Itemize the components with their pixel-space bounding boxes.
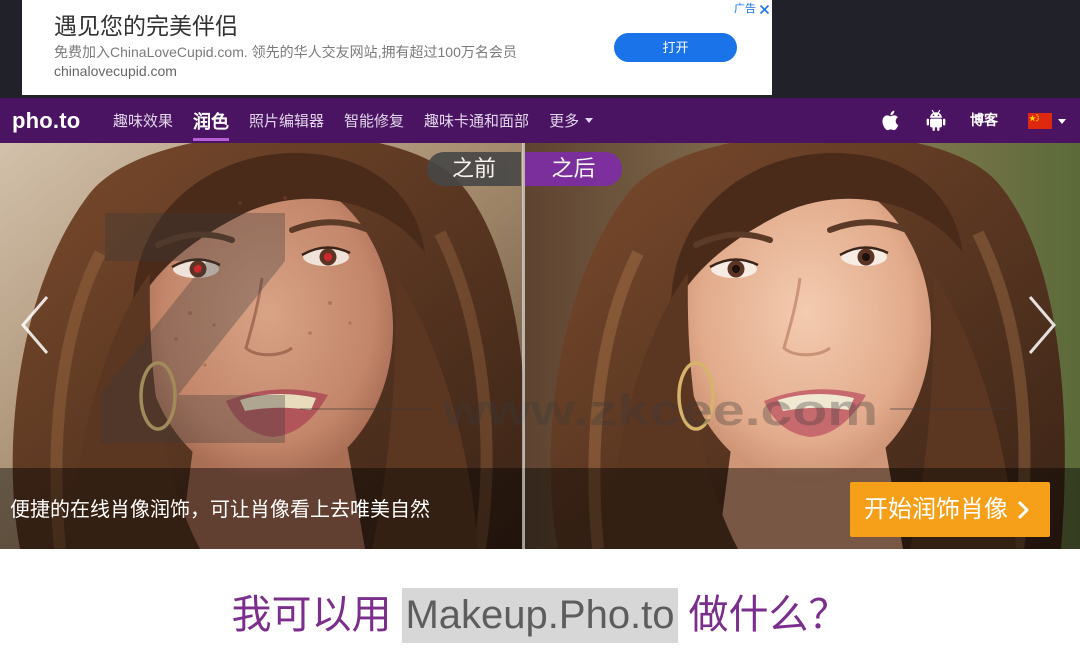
nav-item-smart-fix[interactable]: 智能修复	[344, 98, 404, 143]
hero-caption: 便捷的在线肖像润饰，可让肖像看上去唯美自然	[10, 499, 430, 521]
section-heading: 我可以用 Makeup.Pho.to 做什么？	[0, 588, 1080, 643]
china-flag-icon	[1028, 113, 1052, 129]
heading-suffix: 做什么？	[688, 593, 849, 637]
ad-open-button[interactable]: 打开	[614, 33, 737, 62]
ad-title[interactable]: 遇见您的完美伴侣	[54, 12, 238, 40]
nav-item-photo-editor[interactable]: 照片编辑器	[249, 98, 324, 143]
compare-divider-handle[interactable]	[522, 143, 525, 549]
nav-item-more[interactable]: 更多	[549, 98, 594, 143]
chevron-right-icon	[1017, 500, 1029, 519]
chevron-left-icon	[21, 296, 49, 354]
start-retouch-label: 开始润饰肖像	[864, 495, 1008, 523]
heading-prefix: 我可以用	[231, 593, 392, 637]
chevron-down-icon	[585, 118, 594, 123]
nav-blog-link[interactable]: 博客	[970, 98, 998, 143]
main-nav: pho.to 趣味效果 润色 照片编辑器 智能修复 趣味卡通和面部 更多 博客	[0, 98, 1080, 143]
logo[interactable]: pho.to	[12, 98, 80, 143]
chevron-down-icon	[1058, 118, 1066, 124]
heading-brand: Makeup.Pho.to	[402, 588, 678, 643]
nav-item-more-label: 更多	[549, 113, 580, 130]
close-icon[interactable]	[759, 4, 770, 15]
ad-banner[interactable]: 遇见您的完美伴侣 免费加入ChinaLoveCupid.com. 领先的华人交友…	[22, 0, 772, 95]
chevron-right-icon	[1028, 296, 1056, 354]
after-label: 之后	[525, 152, 622, 186]
nav-menu: 趣味效果 润色 照片编辑器 智能修复 趣味卡通和面部 更多	[113, 98, 594, 143]
nav-item-fun-effects[interactable]: 趣味效果	[113, 98, 173, 143]
watermark-url: www.zkcee.com	[441, 386, 878, 435]
before-label: 之前	[427, 152, 521, 186]
nav-item-cartoon-faces[interactable]: 趣味卡通和面部	[424, 98, 529, 143]
next-slide-button[interactable]	[1024, 293, 1060, 357]
nav-item-retouch[interactable]: 润色	[193, 98, 230, 143]
apple-icon[interactable]	[880, 108, 903, 133]
hero-comparison: www.zkcee.com 之前 之后 便捷的在线肖像润饰，可让肖像看上去唯美自…	[0, 143, 1080, 549]
ad-url[interactable]: chinalovecupid.com	[54, 63, 177, 80]
ad-choices[interactable]: 广告	[734, 3, 770, 16]
top-ad-bar: 遇见您的完美伴侣 免费加入ChinaLoveCupid.com. 领先的华人交友…	[0, 0, 1080, 98]
ad-description: 免费加入ChinaLoveCupid.com. 领先的华人交友网站,拥有超过10…	[54, 44, 517, 60]
android-icon[interactable]	[925, 108, 947, 133]
language-selector[interactable]	[1028, 113, 1066, 129]
start-retouch-button[interactable]: 开始润饰肖像	[850, 482, 1050, 537]
ad-badge: 广告	[734, 3, 756, 15]
prev-slide-button[interactable]	[17, 293, 53, 357]
